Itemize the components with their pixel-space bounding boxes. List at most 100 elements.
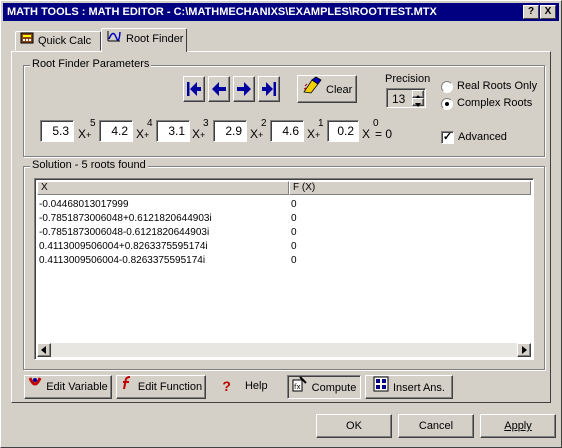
help-glyph: ? [527,6,535,17]
help-title-button[interactable]: ? [523,5,539,19]
svg-text:fx: fx [294,383,301,391]
insert-answer-icon [373,376,389,400]
roots-list[interactable]: X F (X) -0.04468013017999 0 -0.7851873006… [34,178,534,360]
list-item[interactable]: -0.7851873006048+0.6121820644903i 0 [37,211,527,226]
root-fx: 0 [291,255,297,266]
precision-spinner[interactable]: 13 [386,88,426,108]
title-bar[interactable]: MATH TOOLS : MATH EDITOR - C:\MATHMECHAN… [3,3,559,21]
root-fx: 0 [291,213,297,224]
precision-value: 13 [392,92,406,106]
function-icon [120,376,134,398]
root-fx: 0 [291,199,297,210]
edit-variable-label: Edit Variable [46,381,108,393]
first-button[interactable] [183,76,205,102]
tab-label: Root Finder [126,32,184,45]
calculator-icon [20,32,34,50]
coefficient-x1-input[interactable]: 4.6 [270,120,304,142]
spin-down-icon [415,103,421,107]
close-icon: X [544,6,552,17]
first-arrow-icon [187,82,201,96]
ok-button[interactable]: OK [316,414,392,438]
graph-icon [106,29,122,49]
plus-sign: + [315,130,321,140]
math-editor-window: MATH TOOLS : MATH EDITOR - C:\MATHMECHAN… [0,0,562,448]
close-button[interactable]: X [540,5,556,19]
question-icon: ? [222,378,231,395]
apply-button[interactable]: Apply [480,414,556,438]
previous-button[interactable] [208,76,230,102]
list-item[interactable]: 0.4113009506004+0.8263375595174i 0 [37,239,527,254]
root-fx: 0 [291,241,297,252]
compute-icon: fx [292,376,308,400]
clear-label: Clear [326,83,353,96]
last-button[interactable] [258,76,280,102]
x-symbol: X [136,127,145,141]
scroll-right-button[interactable] [517,343,531,357]
coefficient-x4-input[interactable]: 4.2 [99,120,133,142]
x-term-0: X [362,127,371,141]
coefficient-x0-input[interactable]: 0.2 [327,120,359,142]
horizontal-scrollbar[interactable] [37,343,531,357]
advanced-checkbox[interactable]: ✓ [441,131,454,144]
edit-variable-button[interactable]: Edit Variable [24,375,112,399]
edit-function-button[interactable]: Edit Function [116,375,206,399]
plus-sign: + [258,130,264,140]
root-x: 0.4113009506004+0.8263375595174i [39,241,208,252]
column-header-x[interactable]: X [37,181,289,195]
tab-label: Quick Calc [38,35,92,47]
x-plus-2: X+ [250,127,263,141]
root-fx: 0 [291,227,297,238]
group-label: Solution - 5 roots found [30,159,148,171]
clear-button[interactable]: Clear [297,75,357,103]
coefficient-x5-input[interactable]: 5.3 [40,120,74,142]
precision-up-button[interactable] [412,90,424,99]
list-item[interactable]: 0.4113009506004-0.8263375595174i 0 [37,253,527,268]
root-x: -0.04468013017999 [39,199,129,210]
right-arrow-icon [237,82,251,96]
apply-label: Apply [504,420,532,432]
complex-roots-radio[interactable] [441,98,453,110]
cancel-button[interactable]: Cancel [398,414,474,438]
window-title: MATH TOOLS : MATH EDITOR - C:\MATHMECHAN… [7,6,437,18]
plus-sign: + [86,130,92,140]
insert-ans-button[interactable]: Insert Ans. [365,375,453,399]
next-button[interactable] [233,76,255,102]
coefficient-x3-input[interactable]: 3.1 [156,120,190,142]
radio-selected-dot [445,102,449,106]
tab-root-finder[interactable]: Root Finder [101,28,187,52]
advanced-label: Advanced [458,131,507,143]
variable-icon [28,376,42,398]
left-arrow-icon [212,82,226,96]
list-item[interactable]: -0.04468013017999 0 [37,197,527,212]
x-symbol: X [192,127,201,141]
column-header-fx[interactable]: F (X) [289,181,531,195]
x-symbol: X [250,127,259,141]
precision-label: Precision [385,73,431,85]
tab-quick-calc[interactable]: Quick Calc [15,31,101,51]
root-x: 0.4113009506004-0.8263375595174i [39,255,206,266]
plus-sign: + [144,130,150,140]
plus-sign: + [200,130,206,140]
x-symbol: X [307,127,316,141]
real-roots-radio[interactable] [441,81,453,93]
last-arrow-icon [262,82,276,96]
x-plus-5: X+ [78,127,91,141]
scroll-left-button[interactable] [37,343,51,357]
help-label: Help [244,380,268,392]
coefficient-x2-input[interactable]: 2.9 [213,120,247,142]
compute-button[interactable]: fx Compute [287,375,361,399]
compute-label: Compute [311,381,357,394]
root-x: -0.7851873006048-0.6121820644903i [39,227,210,238]
complex-roots-label: Complex Roots [457,97,533,109]
x-symbol: X [78,127,87,141]
scroll-left-icon [41,346,46,354]
help-button[interactable]: ? Help [209,375,281,399]
equals-zero: = 0 [375,127,393,141]
real-roots-label: Real Roots Only [457,80,538,92]
precision-down-button[interactable] [412,98,424,107]
x-plus-1: X+ [307,127,320,141]
insert-ans-label: Insert Ans. [393,381,445,394]
list-item[interactable]: -0.7851873006048-0.6121820644903i 0 [37,225,527,240]
edit-function-label: Edit Function [137,381,203,393]
x-plus-3: X+ [192,127,205,141]
